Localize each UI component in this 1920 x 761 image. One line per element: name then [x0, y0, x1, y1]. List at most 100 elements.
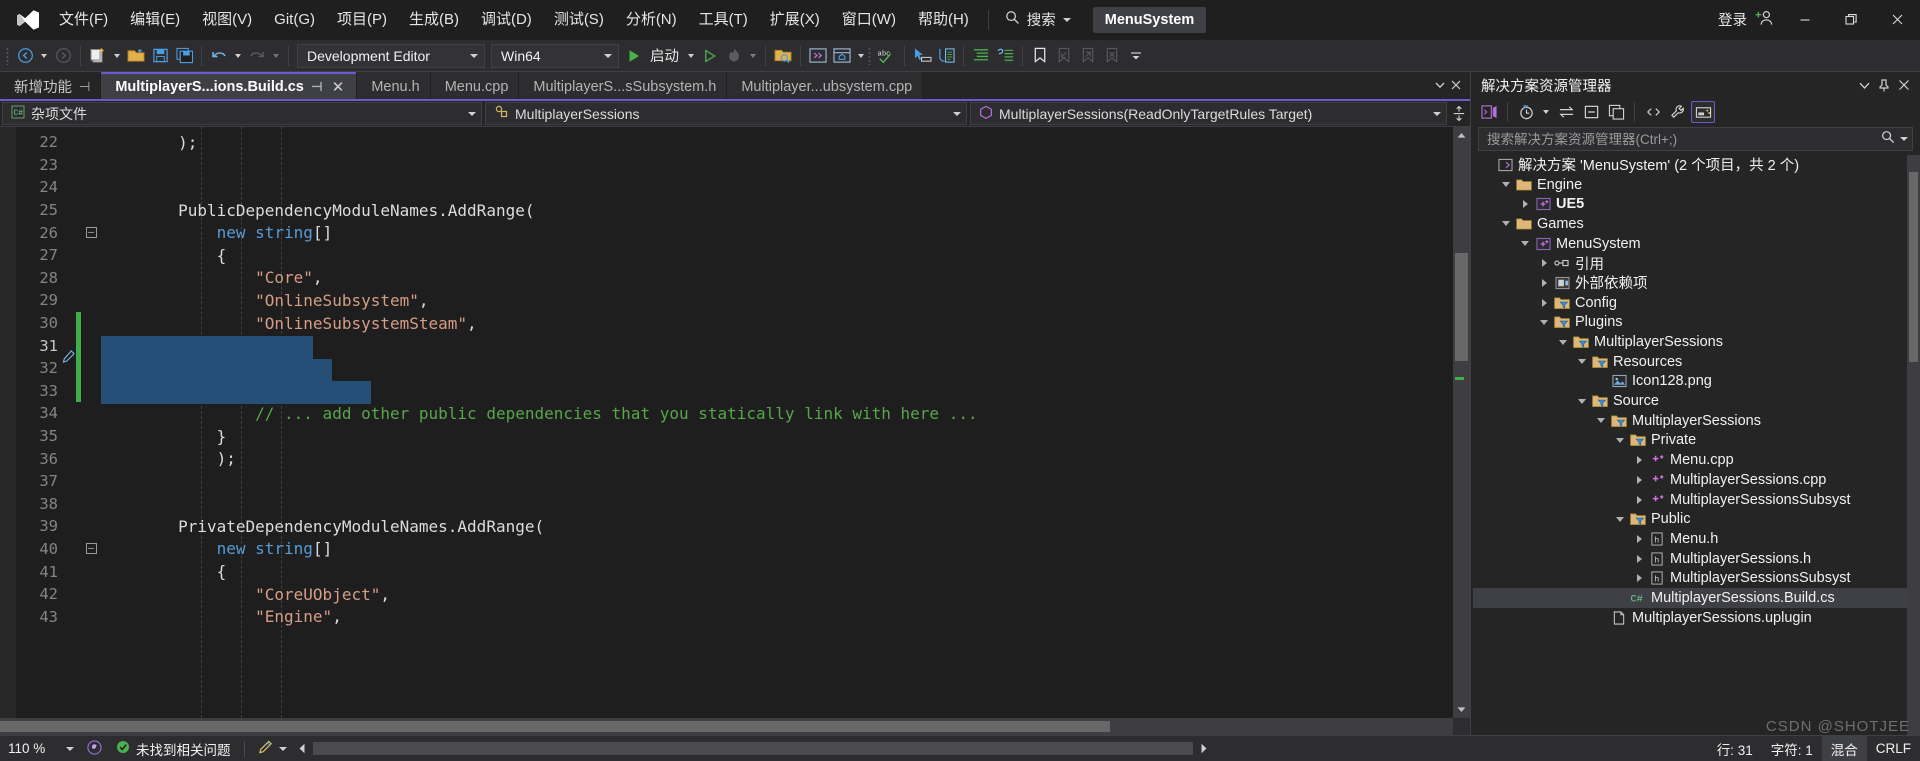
code-text[interactable]: PrivateDependencyModuleNames.AddRange(	[101, 517, 544, 536]
zoom-control[interactable]: 110 %	[0, 736, 80, 761]
preview-selected-items-icon[interactable]	[1691, 101, 1715, 123]
chevron-expanded-icon[interactable]	[1574, 359, 1590, 365]
chevron-expanded-icon[interactable]	[1612, 437, 1628, 443]
minimize-button[interactable]	[1782, 0, 1828, 40]
solution-configuration-combo[interactable]: Development Editor	[297, 43, 485, 68]
solution-tree-scroll-thumb[interactable]	[1909, 172, 1918, 362]
code-text[interactable]: "OnlineSubsystem",	[101, 291, 428, 310]
code-text[interactable]: "UMG",	[101, 336, 313, 359]
code-text[interactable]: {	[101, 246, 227, 265]
start-debug-button[interactable]	[622, 44, 646, 68]
close-tab-icon[interactable]	[1450, 78, 1462, 96]
code-text[interactable]: }	[101, 427, 227, 446]
pin-icon[interactable]	[1874, 75, 1894, 95]
tab-multiplayersessionssubsystem-h[interactable]: MultiplayerS...sSubsystem.h	[519, 72, 728, 101]
chevron-expanded-icon[interactable]	[1574, 398, 1590, 404]
tree-item[interactable]: Resources	[1473, 352, 1920, 372]
tab-overflow-icon[interactable]	[1434, 78, 1446, 96]
search-input[interactable]	[1487, 131, 1881, 147]
tree-item[interactable]: MultiplayerSessions.cpp	[1473, 470, 1920, 490]
code-line[interactable]: 33 "SlateCore",	[16, 379, 1453, 404]
code-text[interactable]: PublicDependencyModuleNames.AddRange(	[101, 201, 534, 220]
previous-bookmark-button[interactable]	[1052, 44, 1076, 68]
solution-tree[interactable]: 解决方案 'MenuSystem' (2 个项目，共 2 个) Engine UE5…	[1471, 155, 1920, 735]
code-line[interactable]: 40 – new string[]	[16, 538, 1453, 561]
chevron-collapsed-icon[interactable]	[1536, 298, 1552, 307]
tree-item[interactable]: h MultiplayerSessionsSubsyst	[1473, 568, 1920, 588]
code-lines[interactable]: 22 ); 23 24 25 PublicDependencyModuleNames.…	[16, 127, 1453, 718]
solution-name-chip[interactable]: MenuSystem	[1092, 6, 1207, 33]
chevron-collapsed-icon[interactable]	[1536, 259, 1552, 268]
tree-item[interactable]: MultiplayerSessions	[1473, 411, 1920, 431]
undo-dropdown-icon[interactable]	[235, 53, 241, 58]
chevron-down-icon[interactable]	[1854, 75, 1874, 95]
tree-item[interactable]: Engine	[1473, 175, 1920, 195]
close-icon[interactable]	[1894, 75, 1914, 95]
collapse-all-icon[interactable]	[1579, 101, 1603, 123]
redo-button[interactable]	[245, 44, 269, 68]
navigate-back-dropdown-icon[interactable]	[41, 53, 47, 58]
window-layout-button[interactable]	[830, 44, 854, 68]
menu-file[interactable]: 文件(F)	[48, 5, 119, 35]
hot-reload-button[interactable]	[722, 44, 746, 68]
new-project-dropdown-icon[interactable]	[114, 53, 120, 58]
tree-item[interactable]: MenuSystem	[1473, 234, 1920, 254]
code-line[interactable]: 22 );	[16, 131, 1453, 154]
restore-button[interactable]	[1828, 0, 1874, 40]
pending-changes-dropdown-icon[interactable]	[1543, 110, 1549, 114]
code-row-container[interactable]: 22 ); 23 24 25 PublicDependencyModuleNames.…	[16, 131, 1453, 628]
wrench-settings-icon[interactable]	[1666, 101, 1690, 123]
code-line[interactable]: 42 "CoreUObject",	[16, 583, 1453, 606]
search-icon[interactable]	[1881, 130, 1895, 149]
spellcheck-button[interactable]: abc	[875, 44, 899, 68]
chevron-collapsed-icon[interactable]	[1631, 574, 1647, 583]
tree-item[interactable]: Config	[1473, 293, 1920, 313]
code-line[interactable]: 30 "OnlineSubsystemSteam",	[16, 311, 1453, 335]
code-editor[interactable]: 22 ); 23 24 25 PublicDependencyModuleNames.…	[0, 127, 1470, 718]
code-text[interactable]: "OnlineSubsystemSteam",	[101, 314, 477, 333]
clear-bookmarks-button[interactable]	[1100, 44, 1124, 68]
toolbar-grip-2[interactable]	[868, 45, 875, 67]
tree-item[interactable]: Public	[1473, 509, 1920, 529]
code-line[interactable]: 31 "UMG",	[16, 334, 1453, 363]
code-text[interactable]: );	[101, 449, 236, 468]
tree-item[interactable]: MultiplayerSessionsSubsyst	[1473, 490, 1920, 510]
member-selector[interactable]: MultiplayerSessions(ReadOnlyTargetRules …	[970, 102, 1447, 125]
tree-item[interactable]: 引用	[1473, 253, 1920, 273]
tree-item[interactable]: Plugins	[1473, 313, 1920, 333]
chevron-expanded-icon[interactable]	[1517, 241, 1533, 247]
solution-tree-rows[interactable]: 解决方案 'MenuSystem' (2 个项目，共 2 个) Engine UE5…	[1473, 155, 1920, 628]
code-text[interactable]: "Engine",	[101, 607, 342, 626]
code-text[interactable]: new string[]	[101, 539, 333, 558]
scroll-up-arrow[interactable]	[1453, 127, 1470, 144]
menu-project[interactable]: 项目(P)	[326, 5, 398, 35]
code-line[interactable]: 34 // ... add other public dependencies …	[16, 402, 1453, 425]
tab-multiplayersessionssubsystem-cpp[interactable]: Multiplayer...ubsystem.cpp	[727, 72, 924, 101]
tree-item[interactable]: UE5	[1473, 194, 1920, 214]
code-scroll-region[interactable]: 22 ); 23 24 25 PublicDependencyModuleNames.…	[16, 127, 1453, 718]
menu-tools[interactable]: 工具(T)	[688, 5, 759, 35]
next-bookmark-button[interactable]	[1076, 44, 1100, 68]
solution-platform-combo[interactable]: Win64	[491, 43, 619, 68]
select-pointer-button[interactable]	[910, 44, 934, 68]
solution-explorer-search[interactable]	[1478, 127, 1913, 151]
chevron-collapsed-icon[interactable]	[1631, 554, 1647, 563]
chevron-collapsed-icon[interactable]	[1536, 278, 1552, 287]
code-line[interactable]: 28 "Core",	[16, 267, 1453, 290]
undo-button[interactable]	[207, 44, 231, 68]
tab-menu-h[interactable]: Menu.h	[357, 72, 431, 101]
menu-extensions[interactable]: 扩展(X)	[759, 5, 831, 35]
global-search-box[interactable]: 搜索	[997, 7, 1079, 33]
close-button[interactable]	[1874, 0, 1920, 40]
chevron-collapsed-icon[interactable]	[1631, 534, 1647, 543]
window-layout-dropdown-icon[interactable]	[858, 53, 864, 58]
tab-whats-new[interactable]: 新增功能 ⊣	[0, 72, 102, 101]
toggle-bookmark-button[interactable]	[1028, 44, 1052, 68]
tree-item[interactable]: C# MultiplayerSessions.Build.cs	[1473, 588, 1920, 608]
code-text[interactable]: "Core",	[101, 268, 322, 287]
hot-reload-dropdown-icon[interactable]	[750, 53, 756, 58]
code-line[interactable]: 37	[16, 470, 1453, 493]
menu-test[interactable]: 测试(S)	[543, 5, 615, 35]
attach-to-process-button[interactable]	[771, 44, 795, 68]
navigate-back-button[interactable]	[13, 44, 37, 68]
